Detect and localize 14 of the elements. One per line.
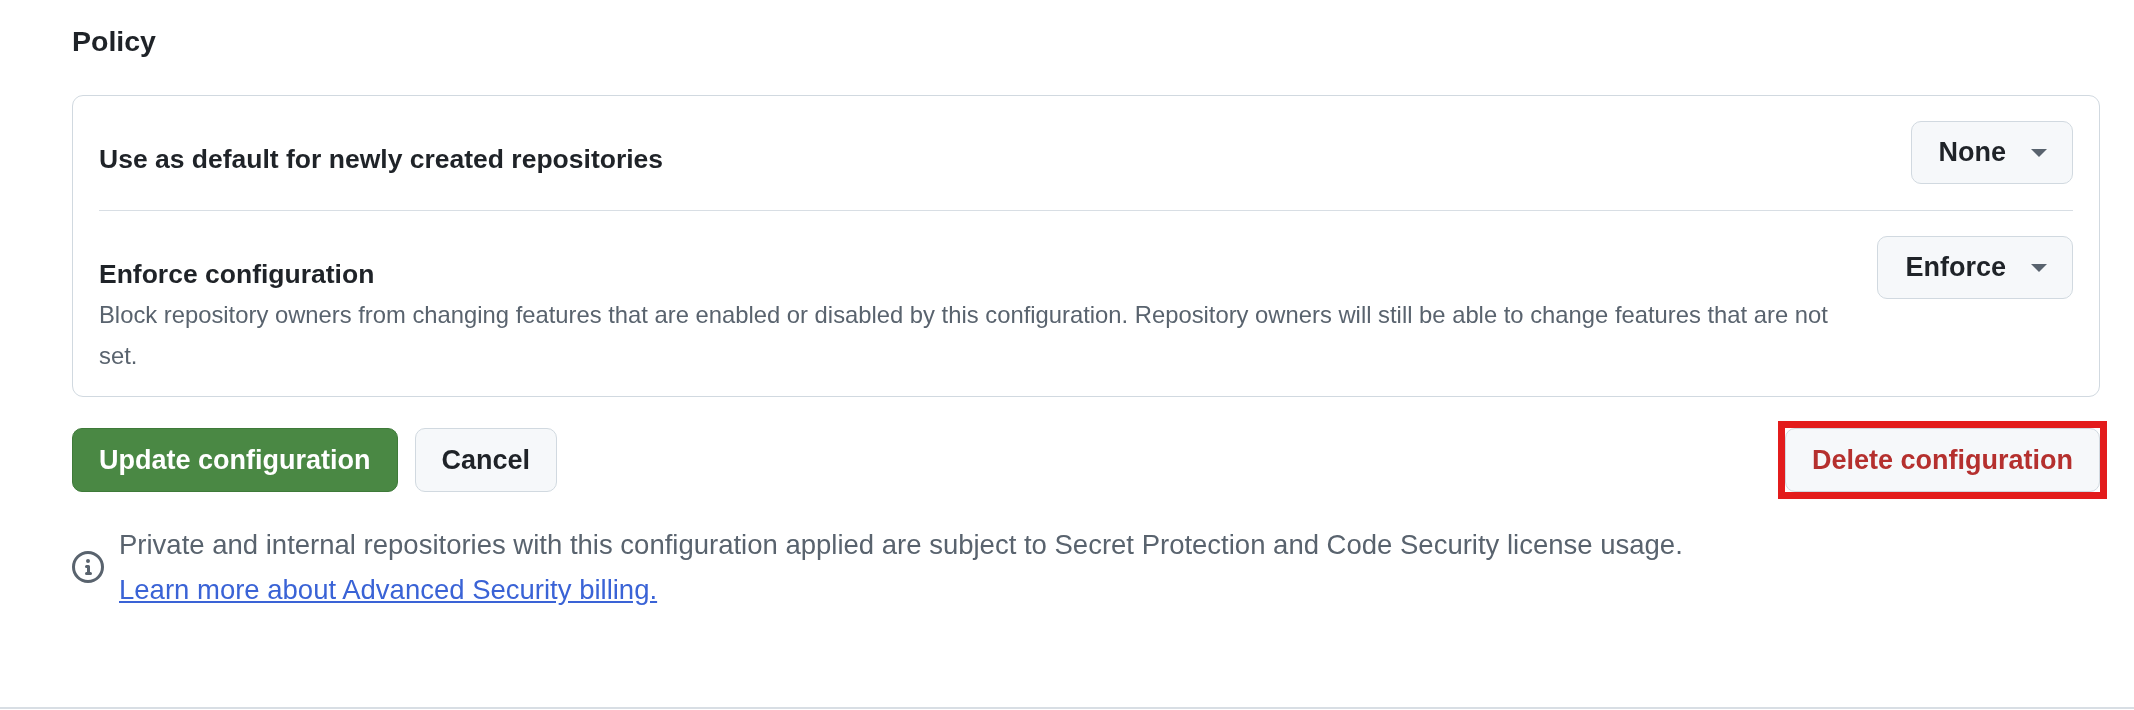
caret-icon — [2031, 263, 2047, 272]
info-icon — [72, 551, 104, 583]
notice-text: Private and internal repositories with this configuration applied are subject to Secret Protection and Code Security license usage. Learn more about Advanced Security billing. — [119, 528, 1684, 607]
setting-label: Use as default for newly created repositories — [99, 144, 665, 174]
dropdown-button[interactable]: Enforce — [1877, 236, 2073, 299]
learn-more-link[interactable]: Learn more about Advanced Security billing. — [119, 574, 658, 605]
dropdown-button[interactable]: None — [1910, 121, 2073, 184]
update-button[interactable]: Update configuration — [72, 428, 398, 492]
cancel-button[interactable]: Cancel — [414, 428, 558, 492]
caret-icon — [2031, 148, 2047, 157]
delete-button[interactable]: Delete configuration — [1784, 428, 2100, 492]
section-title: Policy — [72, 24, 157, 59]
setting-description: Block repository owners from changing features that are enabled or disabled by this configuration. Repository owners will still be able to change features that are not set. — [99, 300, 1829, 371]
setting-label: Enforce configuration — [99, 259, 376, 289]
